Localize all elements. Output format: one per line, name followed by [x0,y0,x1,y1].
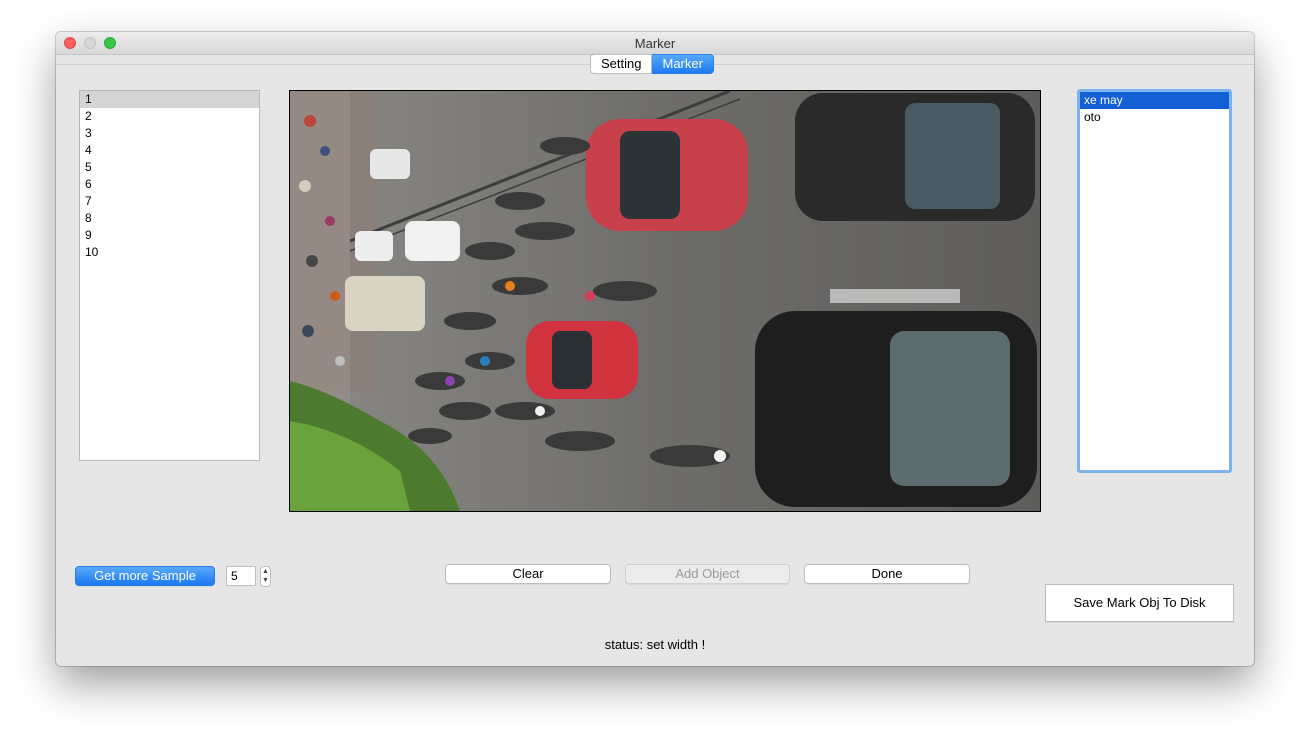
add-object-button[interactable]: Add Object [625,564,790,584]
tab-bar: Setting Marker [590,54,714,74]
sample-list-item[interactable]: 9 [80,227,259,244]
sample-list-item[interactable]: 7 [80,193,259,210]
stepper-down-icon[interactable]: ▼ [261,576,270,585]
status-text: status: set width ! [604,637,706,652]
sample-list-item[interactable]: 8 [80,210,259,227]
sample-list-item[interactable]: 10 [80,244,259,261]
sample-list-item[interactable]: 4 [80,142,259,159]
object-class-item[interactable]: oto [1080,109,1229,126]
street-traffic-photo-icon [290,91,1040,511]
tab-setting[interactable]: Setting [590,54,653,74]
title-bar: Marker [56,32,1254,55]
image-canvas[interactable] [289,90,1041,512]
stepper-up-icon[interactable]: ▲ [261,567,270,576]
sample-list-item[interactable]: 5 [80,159,259,176]
sample-list-item[interactable]: 1 [80,91,259,108]
object-class-item[interactable]: xe may [1080,92,1229,109]
done-button[interactable]: Done [804,564,970,584]
clear-button[interactable]: Clear [445,564,611,584]
sample-list[interactable]: 1 2 3 4 5 6 7 8 9 10 [79,90,260,461]
save-mark-obj-button[interactable]: Save Mark Obj To Disk [1045,584,1234,622]
marker-window: Marker Setting Marker 1 2 3 4 5 6 7 8 9 … [56,32,1254,666]
window-title: Marker [634,36,676,51]
sample-list-item[interactable]: 2 [80,108,259,125]
sample-list-item[interactable]: 6 [80,176,259,193]
object-class-list[interactable]: xe may oto [1077,89,1232,473]
sample-count-stepper[interactable]: ▲ ▼ [260,566,271,587]
get-more-sample-button[interactable]: Get more Sample [75,566,215,586]
sample-list-item[interactable]: 3 [80,125,259,142]
sample-count-field[interactable]: 5 [226,566,256,586]
tab-marker[interactable]: Marker [652,54,714,74]
